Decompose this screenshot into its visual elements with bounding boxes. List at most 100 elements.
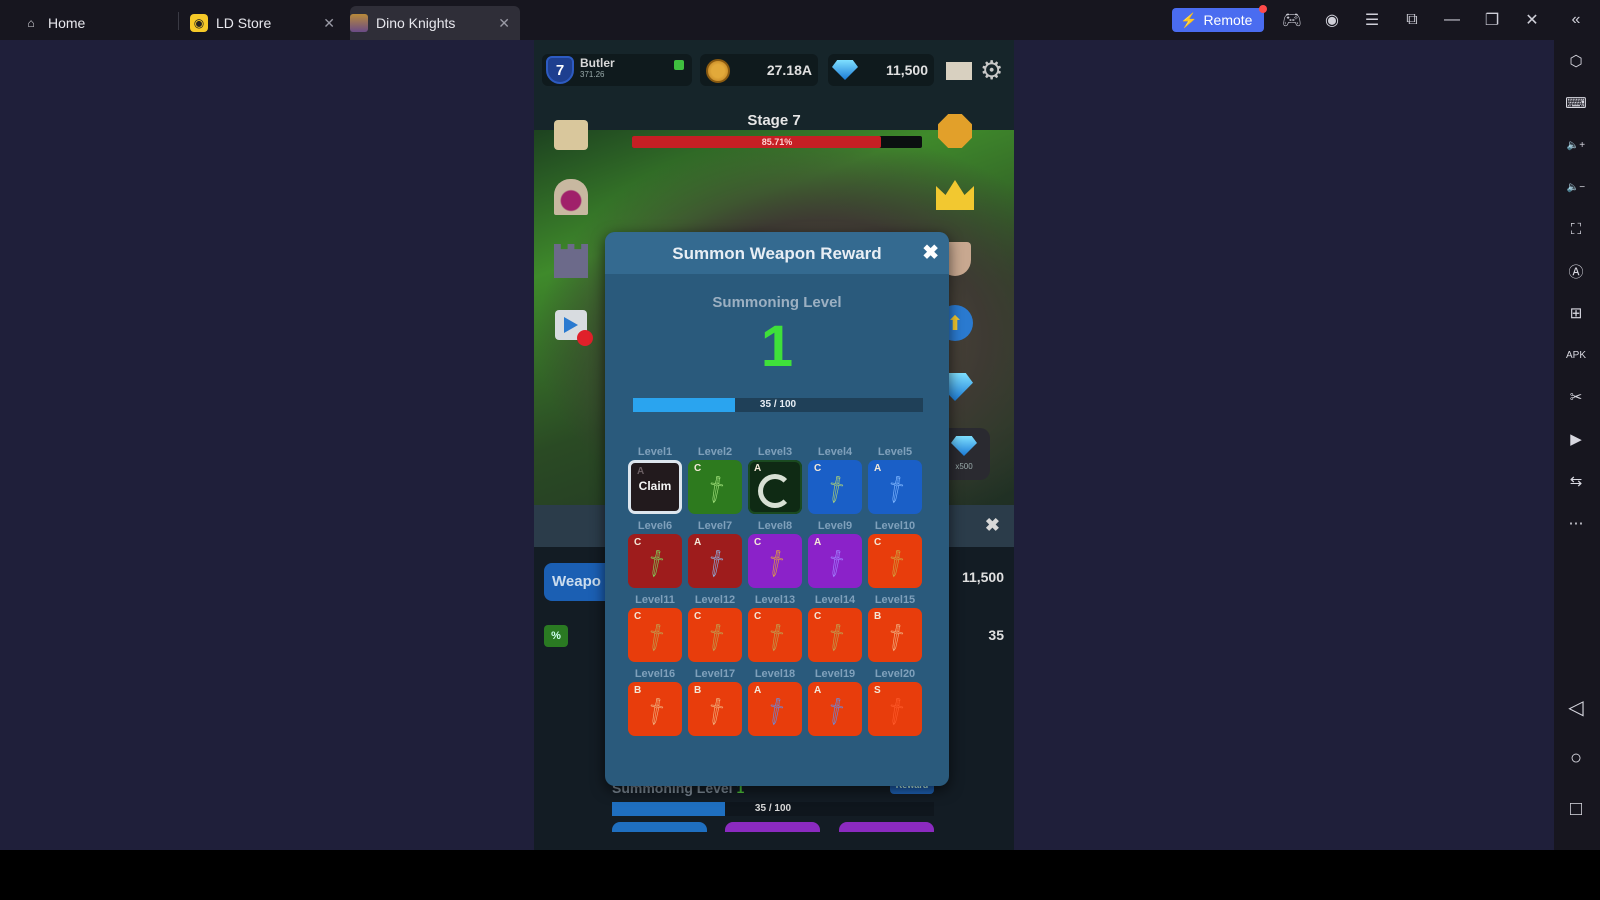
reward-level-label: Level9 bbox=[817, 520, 853, 532]
sword-icon: 🗡︎ bbox=[699, 547, 734, 580]
chest-icon bbox=[554, 120, 588, 150]
mail-icon[interactable] bbox=[946, 62, 972, 80]
reward-tile[interactable]: C 🗡︎ bbox=[808, 608, 862, 662]
volume-up-icon[interactable]: 🔈+ bbox=[1563, 132, 1589, 158]
reward-tile[interactable]: S 🗡︎ bbox=[868, 682, 922, 736]
gem-counter: 11,500 bbox=[828, 54, 934, 86]
tab-divider bbox=[178, 12, 179, 30]
recents-icon[interactable]: □ bbox=[1563, 796, 1589, 822]
collapse-icon[interactable]: « bbox=[1564, 8, 1588, 32]
reward-grid: Level1 A Claim Level2 C 🗡︎ Level3 A Level4 C 🗡︎ Lev… bbox=[627, 444, 927, 736]
summon-button-10[interactable] bbox=[725, 822, 820, 832]
app-icon bbox=[350, 14, 368, 32]
home-circle-icon[interactable]: ○ bbox=[1563, 745, 1589, 771]
close-icon[interactable]: ✕ bbox=[1520, 8, 1544, 32]
reward-tile[interactable]: B 🗡︎ bbox=[628, 682, 682, 736]
video-ad-button[interactable] bbox=[550, 304, 593, 346]
gamepad-icon: ◉ bbox=[190, 14, 208, 32]
player-profile[interactable]: 7 Butler 371.26 bbox=[542, 54, 692, 86]
more-icon[interactable]: ⋯ bbox=[1563, 510, 1589, 536]
apk-install-icon[interactable]: APK bbox=[1563, 342, 1589, 368]
fullscreen-icon[interactable]: ⛶ bbox=[1563, 216, 1589, 242]
reward-tile[interactable]: B 🗡︎ bbox=[868, 608, 922, 662]
reward-level-label: Level5 bbox=[877, 446, 913, 458]
reward-tile[interactable]: A bbox=[748, 460, 802, 514]
reward-tile[interactable]: B 🗡︎ bbox=[688, 682, 742, 736]
play-icon bbox=[555, 310, 593, 346]
game-screen[interactable]: 7 Butler 371.26 27.18A 11,500 ⚙ Stage 7 … bbox=[534, 40, 1014, 850]
sword-icon: 🗡︎ bbox=[699, 695, 734, 728]
reward-cell: Level9 A 🗡︎ bbox=[807, 518, 863, 588]
grade-badge: C bbox=[874, 537, 882, 548]
restore-icon[interactable]: ❐ bbox=[1480, 8, 1504, 32]
auto-rotate-icon[interactable]: Ⓐ bbox=[1563, 258, 1589, 284]
volume-down-icon[interactable]: 🔈− bbox=[1563, 174, 1589, 200]
rank-medal-button[interactable] bbox=[934, 110, 976, 152]
grade-badge: C bbox=[754, 537, 762, 548]
chest-button[interactable] bbox=[550, 114, 592, 156]
reward-tile[interactable]: C 🗡︎ bbox=[748, 534, 802, 588]
tab-home[interactable]: ⌂ Home bbox=[22, 6, 172, 40]
gem-icon bbox=[951, 436, 977, 456]
sword-icon: 🗡︎ bbox=[639, 695, 674, 728]
settings-hex-icon[interactable]: ⬡ bbox=[1563, 48, 1589, 74]
video-record-icon[interactable]: ▶ bbox=[1563, 426, 1589, 452]
reward-tile[interactable]: C 🗡︎ bbox=[688, 608, 742, 662]
tab-close-button[interactable]: ✕ bbox=[498, 15, 510, 32]
minimize-icon[interactable]: — bbox=[1440, 8, 1464, 32]
sync-icon[interactable]: ⇆ bbox=[1563, 468, 1589, 494]
scissors-icon[interactable]: ✂ bbox=[1563, 384, 1589, 410]
reward-tile[interactable]: C 🗡︎ bbox=[808, 460, 862, 514]
reward-tile[interactable]: A 🗡︎ bbox=[688, 534, 742, 588]
reward-level-label: Level19 bbox=[814, 668, 856, 680]
tab-ld-store[interactable]: ◉ LD Store ✕ bbox=[190, 6, 345, 40]
player-power: 371.26 bbox=[580, 70, 605, 79]
loading-spinner-icon bbox=[758, 474, 792, 508]
reward-cell: Level7 A 🗡︎ bbox=[687, 518, 743, 588]
summon-button-35[interactable] bbox=[839, 822, 934, 832]
remote-button[interactable]: ⚡ Remote bbox=[1172, 5, 1267, 32]
panel-close-button[interactable]: ✖ bbox=[985, 515, 1000, 536]
castle-button[interactable] bbox=[550, 240, 592, 282]
gamepad-icon[interactable]: 🎮︎ bbox=[1280, 8, 1304, 32]
reward-tile[interactable]: C 🗡︎ bbox=[868, 534, 922, 588]
grade-badge: C bbox=[694, 611, 702, 622]
close-icon[interactable]: ✖ bbox=[922, 240, 939, 265]
reward-tile[interactable]: A 🗡︎ bbox=[868, 460, 922, 514]
gear-icon[interactable]: ⚙ bbox=[980, 56, 1008, 84]
reward-tile[interactable]: C 🗡︎ bbox=[628, 534, 682, 588]
summon-button-1[interactable] bbox=[612, 822, 707, 832]
resize-icon[interactable]: ⧉ bbox=[1400, 8, 1424, 32]
gem-icon bbox=[832, 60, 858, 80]
reward-level-label: Level17 bbox=[694, 668, 736, 680]
percent-badge[interactable]: % bbox=[544, 625, 568, 647]
portal-button[interactable] bbox=[550, 176, 592, 218]
reward-tile[interactable]: C 🗡︎ bbox=[748, 608, 802, 662]
reward-cell: Level2 C 🗡︎ bbox=[687, 444, 743, 514]
sword-icon: 🗡︎ bbox=[819, 547, 854, 580]
reward-tile[interactable]: A 🗡︎ bbox=[748, 682, 802, 736]
reward-cell: Level11 C 🗡︎ bbox=[627, 592, 683, 662]
menu-icon[interactable]: ☰ bbox=[1360, 8, 1384, 32]
grade-badge: B bbox=[694, 685, 702, 696]
account-icon[interactable]: ◉ bbox=[1320, 8, 1344, 32]
tab-close-button[interactable]: ✕ bbox=[323, 15, 335, 32]
reward-cell: Level6 C 🗡︎ bbox=[627, 518, 683, 588]
reward-tile[interactable]: A 🗡︎ bbox=[808, 534, 862, 588]
tab-label: Home bbox=[48, 15, 86, 31]
sword-icon: 🗡︎ bbox=[699, 621, 734, 654]
add-instance-icon[interactable]: ⊞ bbox=[1563, 300, 1589, 326]
reward-tile[interactable]: C 🗡︎ bbox=[688, 460, 742, 514]
sword-icon: 🗡︎ bbox=[819, 473, 854, 506]
back-icon[interactable]: ◁ bbox=[1563, 694, 1589, 720]
grade-badge: A bbox=[637, 466, 645, 477]
panel-gem-value: 11,500 bbox=[961, 569, 1004, 585]
reward-tile[interactable]: A 🗡︎ bbox=[808, 682, 862, 736]
keyboard-icon[interactable]: ⌨ bbox=[1563, 90, 1589, 116]
crown-button[interactable] bbox=[934, 174, 976, 216]
claim-reward-button[interactable]: A Claim bbox=[628, 460, 682, 514]
reward-tile[interactable]: C 🗡︎ bbox=[628, 608, 682, 662]
grade-badge: A bbox=[814, 537, 822, 548]
tab-dino-knights[interactable]: Dino Knights ✕ bbox=[350, 6, 520, 40]
reward-cell: Level4 C 🗡︎ bbox=[807, 444, 863, 514]
